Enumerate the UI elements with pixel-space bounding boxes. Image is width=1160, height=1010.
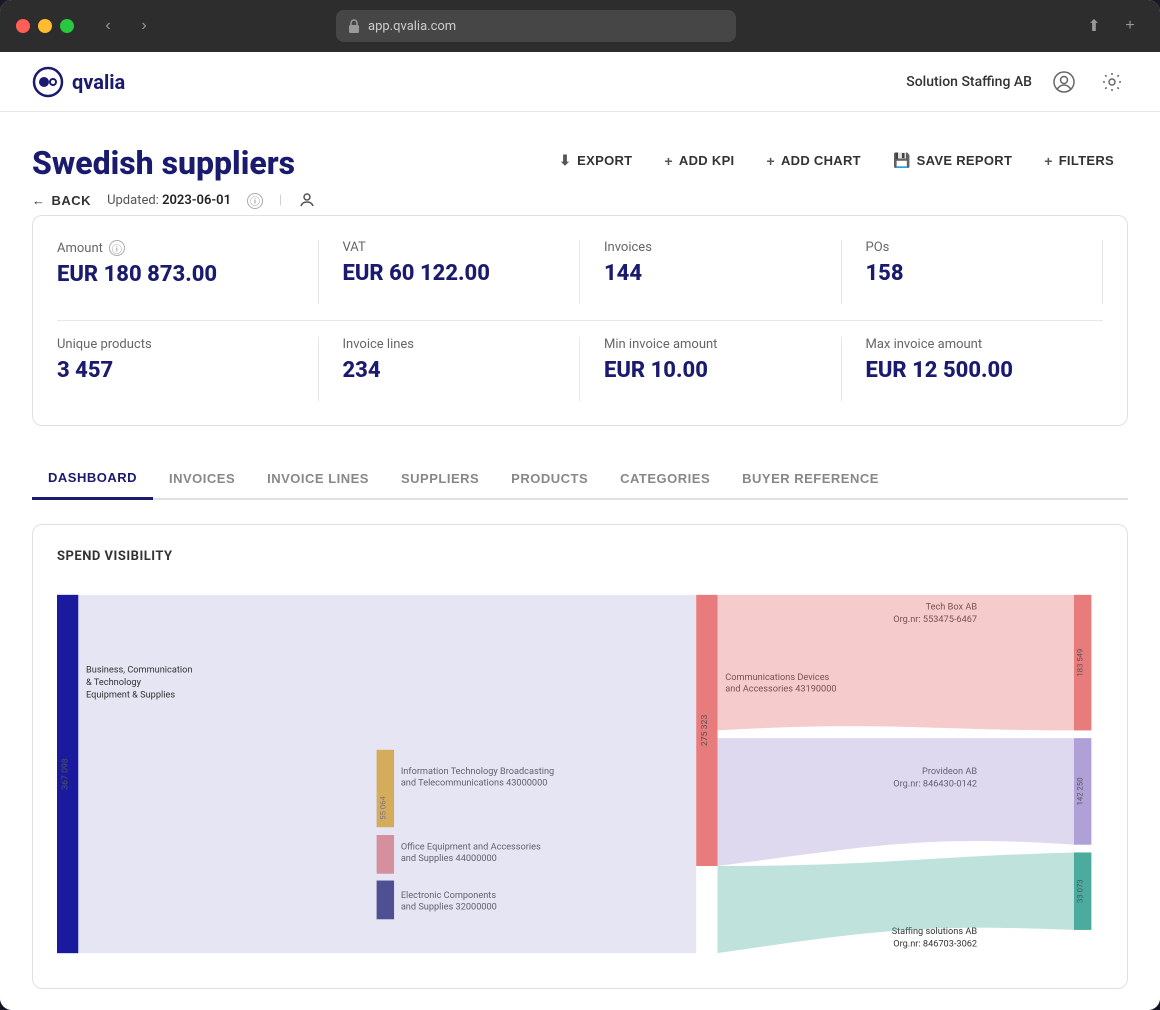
far-right-label-staffing2: Org.nr: 846703-3062 — [893, 938, 977, 949]
filters-icon: + — [1044, 153, 1052, 169]
browser-window: ‹ › app.qvalia.com ⬆ + qvalia — [0, 0, 1160, 1010]
browser-nav: ‹ › — [94, 12, 158, 40]
kpi-min-invoice: Min invoice amount EUR 10.00 — [580, 337, 842, 400]
url-bar[interactable]: app.qvalia.com — [336, 10, 736, 42]
tabs-nav: DASHBOARD INVOICES INVOICE LINES SUPPLIE… — [32, 458, 1128, 500]
add-chart-button[interactable]: + ADD CHART — [752, 145, 874, 177]
tab-invoice-lines[interactable]: INVOICE LINES — [251, 458, 385, 500]
save-report-button[interactable]: 💾 SAVE REPORT — [879, 144, 1026, 177]
tab-invoices[interactable]: INVOICES — [153, 458, 251, 500]
kpi-min-invoice-value: EUR 10.00 — [604, 358, 817, 384]
tabs-section: DASHBOARD INVOICES INVOICE LINES SUPPLIE… — [32, 458, 1128, 500]
kpi-max-invoice: Max invoice amount EUR 12 500.00 — [842, 337, 1104, 400]
traffic-lights — [16, 19, 74, 33]
sankey-svg: 367 098 Information Technology Broadcast… — [57, 584, 1103, 964]
logo-text: qvalia — [72, 70, 125, 94]
back-button[interactable]: ← BACK — [32, 193, 91, 208]
far-right-value-staffing: 33 073 — [1076, 879, 1085, 903]
amount-info-icon[interactable]: ⓘ — [109, 240, 125, 256]
tab-buyer-reference[interactable]: BUYER REFERENCE — [726, 458, 895, 500]
url-text: app.qvalia.com — [368, 19, 456, 34]
user-circle-icon — [1053, 71, 1075, 93]
maximize-button[interactable] — [60, 19, 74, 33]
kpi-pos: POs 158 — [842, 240, 1104, 304]
add-kpi-icon: + — [664, 153, 672, 169]
page-meta: ← BACK Updated: 2023-06-01 ⓘ | — [32, 190, 316, 211]
far-right-value-techbox: 183 549 — [1076, 648, 1085, 676]
kpi-pos-value: 158 — [866, 261, 1079, 287]
kpi-section: Amount ⓘ EUR 180 873.00 VAT EUR 60 122.0… — [32, 215, 1128, 426]
chart-title: SPEND VISIBILITY — [57, 549, 1103, 564]
kpi-unique-products: Unique products 3 457 — [57, 337, 319, 400]
updated-text: Updated: 2023-06-01 — [107, 193, 231, 208]
close-button[interactable] — [16, 19, 30, 33]
chart-section: SPEND VISIBILITY 367 098 Information Tec… — [32, 524, 1128, 989]
page-header-left: Swedish suppliers ← BACK Updated: 2023-0… — [32, 144, 316, 211]
kpi-vat: VAT EUR 60 122.00 — [319, 240, 581, 304]
back-label: BACK — [52, 193, 92, 208]
add-chart-icon: + — [766, 153, 774, 169]
date-info-icon[interactable]: ⓘ — [247, 193, 263, 209]
left-value-label: 367 098 — [61, 758, 71, 790]
filters-button[interactable]: + FILTERS — [1030, 145, 1128, 177]
export-button[interactable]: ⬇ EXPORT — [545, 144, 646, 177]
kpi-invoices-value: 144 — [604, 261, 817, 287]
nav-right: Solution Staffing AB — [906, 66, 1128, 98]
settings-button[interactable] — [1096, 66, 1128, 98]
logo: qvalia — [32, 66, 125, 98]
lock-icon — [348, 19, 360, 33]
new-tab-button[interactable]: + — [1116, 12, 1144, 40]
left-label2: & Technology — [86, 677, 142, 688]
share-button[interactable]: ⬆ — [1080, 12, 1108, 40]
tab-products[interactable]: PRODUCTS — [495, 458, 604, 500]
kpi-amount: Amount ⓘ EUR 180 873.00 — [57, 240, 319, 304]
logo-icon — [32, 66, 64, 98]
back-nav-button[interactable]: ‹ — [94, 12, 122, 40]
app-content: qvalia Solution Staffing AB — [0, 52, 1160, 1010]
user-icon — [298, 190, 316, 208]
tab-categories[interactable]: CATEGORIES — [604, 458, 726, 500]
sankey-chart: 367 098 Information Technology Broadcast… — [57, 584, 1103, 964]
company-name: Solution Staffing AB — [906, 74, 1032, 90]
export-icon: ⬇ — [559, 152, 571, 169]
flow-main — [78, 595, 696, 953]
toolbar: ⬇ EXPORT + ADD KPI + ADD CHART 💾 SAVE RE… — [545, 144, 1128, 177]
kpi-invoice-lines-value: 234 — [343, 358, 556, 384]
kpi-invoices: Invoices 144 — [580, 240, 842, 304]
user-icon-button[interactable] — [298, 190, 316, 211]
save-report-icon: 💾 — [893, 152, 911, 169]
back-arrow: ← — [32, 193, 46, 208]
page-content: Swedish suppliers ← BACK Updated: 2023-0… — [0, 112, 1160, 989]
header-row: Swedish suppliers ← BACK Updated: 2023-0… — [32, 144, 1128, 211]
left-label: Business, Communication — [86, 664, 192, 675]
kpi-invoice-lines: Invoice lines 234 — [319, 337, 581, 400]
minimize-button[interactable] — [38, 19, 52, 33]
tab-suppliers[interactable]: SUPPLIERS — [385, 458, 495, 500]
browser-titlebar: ‹ › app.qvalia.com ⬆ + — [0, 0, 1160, 52]
kpi-vat-value: EUR 60 122.00 — [343, 261, 556, 287]
kpi-divider — [57, 320, 1103, 321]
kpi-amount-value: EUR 180 873.00 — [57, 262, 294, 288]
left-label3: Equipment & Supplies — [86, 689, 175, 700]
browser-actions: ⬆ + — [1080, 12, 1144, 40]
add-kpi-button[interactable]: + ADD KPI — [650, 145, 748, 177]
gear-icon — [1101, 71, 1123, 93]
tab-dashboard[interactable]: DASHBOARD — [32, 458, 153, 500]
kpi-unique-products-value: 3 457 — [57, 358, 294, 384]
page-title: Swedish suppliers — [32, 144, 316, 182]
flow-techbox — [718, 595, 1074, 731]
forward-nav-button[interactable]: › — [130, 12, 158, 40]
far-right-value-provideon: 142 250 — [1076, 777, 1085, 805]
top-nav: qvalia Solution Staffing AB — [0, 52, 1160, 112]
right-value-label: 275 323 — [700, 714, 710, 746]
kpi-max-invoice-value: EUR 12 500.00 — [866, 358, 1104, 384]
user-settings-button[interactable] — [1048, 66, 1080, 98]
flow-provideon — [718, 738, 1074, 866]
